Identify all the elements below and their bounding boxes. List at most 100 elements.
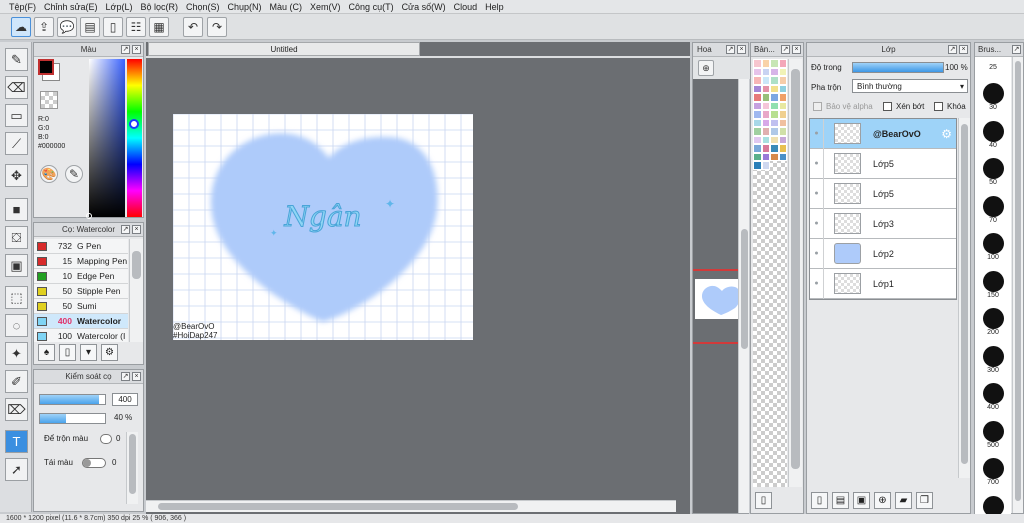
menu-item[interactable]: Cloud <box>453 2 485 12</box>
palette-swatch[interactable] <box>778 135 787 144</box>
drawing-canvas[interactable]: Ngân ✦ ✦ @BearOvO #HoiDap247 <box>173 114 473 340</box>
palette-swatch[interactable] <box>761 93 770 102</box>
layer-opacity-slider[interactable] <box>852 62 944 73</box>
layer-row[interactable]: ● Lớp2 <box>810 238 956 269</box>
brush-control-scrollbar[interactable] <box>126 432 138 504</box>
scroll-thumb[interactable] <box>129 434 136 494</box>
eraser-tool-icon[interactable]: ⌫ <box>5 76 28 99</box>
palette-swatch[interactable] <box>778 152 787 161</box>
brush-size-item[interactable]: 700 <box>975 454 1011 492</box>
brush-size-item[interactable]: 30 <box>975 79 1011 117</box>
palette-swatch[interactable] <box>770 127 779 136</box>
menu-item[interactable]: Chỉnh sửa(E) <box>43 2 105 12</box>
duplicate-layer-icon[interactable]: ❐ <box>916 492 933 509</box>
layer-row[interactable]: ● Lớp5 <box>810 178 956 209</box>
brush-size-item[interactable]: 500 <box>975 417 1011 455</box>
panel-float-icon[interactable]: ↗ <box>948 45 957 54</box>
lock-checkbox[interactable] <box>934 102 943 111</box>
brush-size-slider[interactable] <box>39 394 106 405</box>
panel-close-icon[interactable]: × <box>959 45 968 54</box>
brush-opacity-slider[interactable] <box>39 413 106 424</box>
menu-item[interactable]: Chụp(N) <box>227 2 269 12</box>
layer-settings-icon[interactable]: ⚙ <box>941 127 952 141</box>
brush-size-item[interactable]: 40 <box>975 117 1011 155</box>
blend-color-toggle[interactable] <box>100 434 112 444</box>
palette-swatch[interactable] <box>761 135 770 144</box>
new-brush-icon[interactable]: ▯ <box>59 344 76 361</box>
palette-swatch[interactable] <box>778 118 787 127</box>
palette-scrollbar[interactable] <box>788 59 802 487</box>
layer-row[interactable]: ● Lớp1 <box>810 268 956 299</box>
select-eraser-icon[interactable]: ⌦ <box>5 398 28 421</box>
add-layer-options-icon[interactable]: ⊕ <box>874 492 891 509</box>
palette-swatch[interactable] <box>770 118 779 127</box>
move-tool-icon[interactable]: ✥ <box>5 164 28 187</box>
palette-swatch[interactable] <box>770 76 779 85</box>
brush-size-scrollbar[interactable] <box>1012 57 1023 513</box>
panel-close-icon[interactable]: × <box>737 45 746 54</box>
brush-item[interactable]: 50 Stipple Pen <box>34 284 128 299</box>
layer-visibility-icon[interactable]: ● <box>810 268 824 299</box>
scroll-thumb[interactable] <box>132 251 141 279</box>
brush-size-item[interactable]: 50 <box>975 154 1011 192</box>
brush-size-item[interactable]: 25 <box>975 57 1011 79</box>
brush-item[interactable]: 732 G Pen <box>34 239 128 254</box>
panel-float-icon[interactable]: ↗ <box>121 45 130 54</box>
brush-settings-icon[interactable]: ⚙ <box>101 344 118 361</box>
hue-slider-handle[interactable] <box>129 119 139 129</box>
palette-swatch[interactable] <box>753 118 762 127</box>
palette-swatch[interactable] <box>761 161 770 170</box>
palette-swatch[interactable] <box>778 101 787 110</box>
panel-close-icon[interactable]: × <box>132 225 141 234</box>
rectangle-tool-icon[interactable]: ▭ <box>5 104 28 127</box>
palette-swatch[interactable] <box>753 127 762 136</box>
palette-swatch[interactable] <box>753 101 762 110</box>
palette-swatch[interactable] <box>761 67 770 76</box>
gallery-icon[interactable]: ☷ <box>126 17 146 37</box>
transparent-color-swatch[interactable] <box>40 91 58 109</box>
palette-swatch[interactable] <box>770 144 779 153</box>
brush-size-item[interactable]: 400 <box>975 379 1011 417</box>
hue-slider[interactable] <box>127 59 142 217</box>
brush-size-item[interactable]: 200 <box>975 304 1011 342</box>
brush-item[interactable]: 10 Edge Pen <box>34 269 128 284</box>
scroll-thumb[interactable] <box>791 69 800 469</box>
palette-swatch[interactable] <box>770 152 779 161</box>
brush-size-item[interactable]: 300 <box>975 342 1011 380</box>
eyedropper-icon[interactable]: ✎ <box>65 165 83 183</box>
layer-folder-icon[interactable]: ▰ <box>895 492 912 509</box>
panel-close-icon[interactable]: × <box>132 45 141 54</box>
fill-shape-icon[interactable]: ■ <box>5 198 28 221</box>
operation-tool-icon[interactable]: ➚ <box>5 458 28 481</box>
cloud-icon[interactable]: ☁ <box>11 17 31 37</box>
palette-swatch[interactable] <box>778 76 787 85</box>
layer-row[interactable]: ● @BearOvO ⚙ <box>810 118 956 149</box>
clipping-checkbox[interactable] <box>883 102 892 111</box>
undo-icon[interactable]: ↶ <box>183 17 203 37</box>
protect-alpha-checkbox[interactable] <box>813 102 822 111</box>
palette-swatch[interactable] <box>761 118 770 127</box>
palette-swatch[interactable] <box>770 135 779 144</box>
page-icon[interactable]: ▯ <box>103 17 123 37</box>
panel-float-icon[interactable]: ↗ <box>781 45 790 54</box>
palette-swatch[interactable] <box>753 144 762 153</box>
layer-row[interactable]: ● Lớp3 <box>810 208 956 239</box>
layer-visibility-icon[interactable]: ● <box>810 118 824 149</box>
palette-swatch[interactable] <box>753 93 762 102</box>
pen-tool-icon[interactable]: ✎ <box>5 48 28 71</box>
recolor-toggle[interactable] <box>82 458 106 468</box>
palette-swatch[interactable] <box>753 110 762 119</box>
palette-swatch[interactable] <box>761 152 770 161</box>
palette-swatch[interactable] <box>753 152 762 161</box>
menu-item[interactable]: Xem(V) <box>309 2 348 12</box>
scroll-thumb[interactable] <box>961 124 968 464</box>
palette-swatch[interactable] <box>770 110 779 119</box>
folder-layer-icon[interactable]: ▣ <box>853 492 870 509</box>
palette-swatch[interactable] <box>770 67 779 76</box>
palette-icon[interactable]: 🎨 <box>40 165 58 183</box>
palette-swatch[interactable] <box>778 59 787 68</box>
palette-swatch[interactable] <box>778 67 787 76</box>
menu-item[interactable]: Chọn(S) <box>185 2 227 12</box>
brush-list-scrollbar[interactable] <box>129 239 143 342</box>
palette-swatch[interactable] <box>778 144 787 153</box>
